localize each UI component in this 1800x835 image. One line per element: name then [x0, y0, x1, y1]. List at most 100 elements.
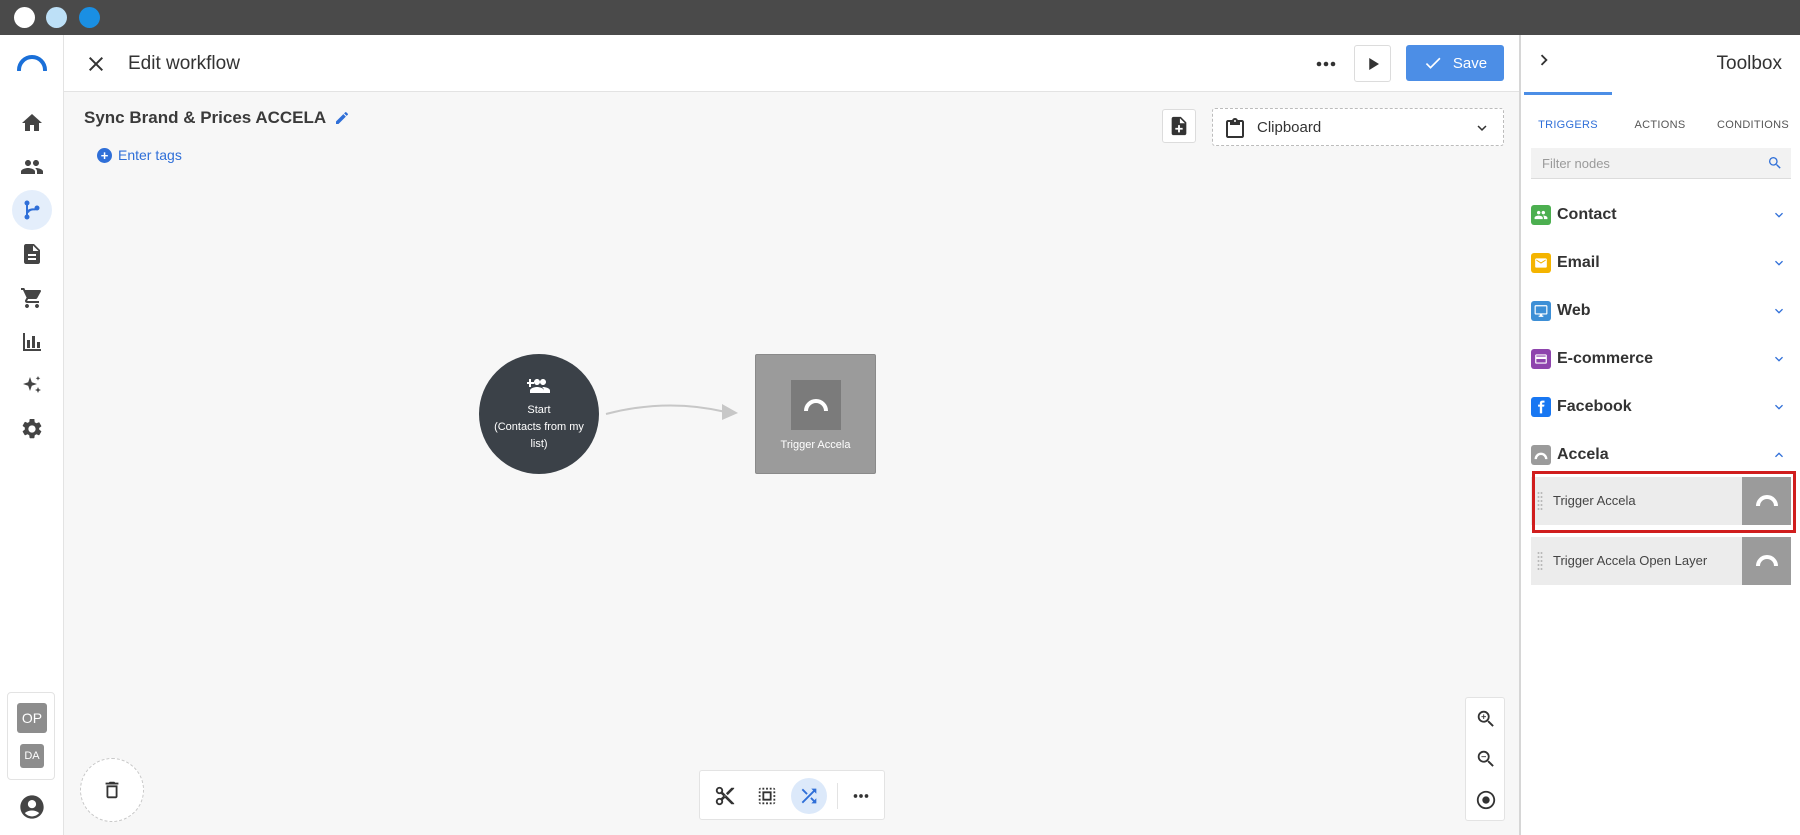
accela-icon — [791, 380, 841, 430]
facebook-icon — [1531, 397, 1551, 417]
accela-icon — [1742, 537, 1791, 585]
add-circle-icon: + — [97, 147, 112, 163]
workflow-canvas[interactable]: Sync Brand & Prices ACCELA + Enter tags … — [64, 92, 1519, 835]
start-node[interactable]: Start (Contacts from my list) — [479, 354, 599, 474]
node-trigger-accela-open-layer[interactable]: Trigger Accela Open Layer — [1531, 537, 1791, 585]
chevron-down-icon — [1477, 125, 1487, 131]
target-icon — [1476, 790, 1496, 810]
page-title: Edit workflow — [128, 53, 240, 74]
filter-nodes-input[interactable] — [1531, 148, 1751, 178]
clipboard-label: Clipboard — [1257, 119, 1322, 136]
envelope-icon — [1531, 253, 1551, 273]
gear-icon — [22, 418, 42, 439]
category-label: Contact — [1557, 206, 1617, 223]
more-options-button[interactable] — [1312, 53, 1340, 75]
brand-logo-icon[interactable] — [17, 55, 47, 71]
nav-ai[interactable] — [12, 366, 52, 406]
auto-layout-button[interactable] — [791, 778, 827, 814]
category-contact[interactable]: Contact — [1531, 195, 1791, 235]
nav-reports[interactable] — [12, 322, 52, 362]
more-horizontal-icon — [853, 794, 869, 798]
window-titlebar — [0, 0, 1800, 35]
node-connector-arrow[interactable] — [604, 392, 744, 432]
nav-workflows[interactable] — [12, 190, 52, 230]
user-circle-icon — [20, 795, 44, 819]
toolbar-more-button[interactable] — [843, 778, 879, 814]
filter-nodes-field — [1531, 148, 1791, 179]
select-all-button[interactable] — [749, 778, 785, 814]
zoom-out-icon — [1477, 750, 1494, 767]
category-facebook[interactable]: Facebook — [1531, 387, 1791, 427]
nav-settings[interactable] — [12, 409, 52, 449]
select-all-icon — [758, 787, 776, 805]
category-web[interactable]: Web — [1531, 291, 1791, 331]
chevron-down-icon — [1775, 404, 1783, 410]
workflow-name[interactable]: Sync Brand & Prices ACCELA — [84, 108, 350, 128]
nav-contacts[interactable] — [12, 147, 52, 187]
account-avatar-primary[interactable]: OP — [17, 703, 47, 733]
more-horizontal-icon — [1316, 61, 1336, 67]
enter-tags-link[interactable]: + Enter tags — [97, 147, 182, 163]
group-add-icon — [527, 378, 550, 393]
account-avatar-secondary[interactable]: DA — [20, 744, 44, 768]
people-icon — [1531, 205, 1551, 225]
card-icon — [1531, 349, 1551, 369]
drag-handle-icon[interactable] — [1537, 491, 1543, 511]
chevron-down-icon — [1775, 308, 1783, 314]
people-icon — [21, 160, 43, 174]
account-switcher: OP DA — [7, 692, 55, 780]
cut-button[interactable] — [707, 778, 743, 814]
start-node-label-1: Start — [527, 403, 551, 416]
save-button[interactable]: Save — [1406, 45, 1504, 81]
search-icon — [1769, 157, 1781, 169]
category-email[interactable]: Email — [1531, 243, 1791, 283]
nav-home[interactable] — [12, 103, 52, 143]
bar-chart-icon — [23, 333, 41, 351]
node-trigger-accela[interactable]: Trigger Accela — [1531, 477, 1791, 525]
nav-ecommerce[interactable] — [12, 278, 52, 318]
sparkle-icon — [23, 376, 41, 393]
user-profile[interactable] — [18, 793, 46, 821]
category-ecommerce[interactable]: E-commerce — [1531, 339, 1791, 379]
accela-icon — [1742, 477, 1791, 525]
nav-documents[interactable] — [12, 234, 52, 274]
delete-drop-zone[interactable] — [80, 758, 144, 822]
collapse-toolbox-button[interactable] — [1533, 49, 1555, 71]
category-label: Accela — [1557, 446, 1609, 463]
canvas-toolbar — [699, 770, 885, 820]
document-icon — [24, 244, 40, 264]
home-icon — [22, 114, 42, 131]
chevron-up-icon — [1775, 452, 1783, 458]
trigger-accela-node[interactable]: Trigger Accela — [755, 354, 876, 474]
toolbox-title: Toolbox — [1716, 53, 1783, 74]
zoom-in-button[interactable] — [1473, 706, 1499, 732]
clipboard-select[interactable]: Clipboard — [1212, 108, 1504, 146]
chevron-down-icon — [1775, 356, 1783, 362]
zoom-out-button[interactable] — [1473, 746, 1499, 772]
window-minimize-dot[interactable] — [46, 7, 67, 28]
monitor-icon — [1531, 301, 1551, 321]
note-add-icon — [1171, 116, 1187, 136]
drag-handle-icon[interactable] — [1537, 551, 1543, 571]
scissors-icon — [715, 786, 735, 806]
category-accela[interactable]: Accela — [1531, 435, 1791, 475]
center-view-button[interactable] — [1473, 787, 1499, 813]
category-label: Facebook — [1557, 398, 1632, 415]
enter-tags-label: Enter tags — [118, 147, 182, 163]
toolbox-panel: Toolbox TRIGGERS ACTIONS CONDITIONS Cont… — [1519, 35, 1800, 835]
window-maximize-dot[interactable] — [79, 7, 100, 28]
chevron-down-icon — [1775, 212, 1783, 218]
cart-icon — [21, 288, 42, 308]
trash-icon — [105, 781, 119, 799]
add-note-button[interactable] — [1162, 109, 1196, 143]
play-icon — [1368, 57, 1379, 70]
toolbar-divider — [837, 783, 838, 809]
run-workflow-button[interactable] — [1354, 45, 1391, 82]
pencil-icon[interactable] — [334, 110, 350, 126]
close-editor-button[interactable] — [84, 52, 108, 76]
zoom-controls — [1465, 697, 1505, 821]
window-close-dot[interactable] — [14, 7, 35, 28]
category-label: Web — [1557, 302, 1591, 319]
workflow-name-text: Sync Brand & Prices ACCELA — [84, 108, 327, 127]
chevron-right-icon — [1540, 54, 1548, 66]
